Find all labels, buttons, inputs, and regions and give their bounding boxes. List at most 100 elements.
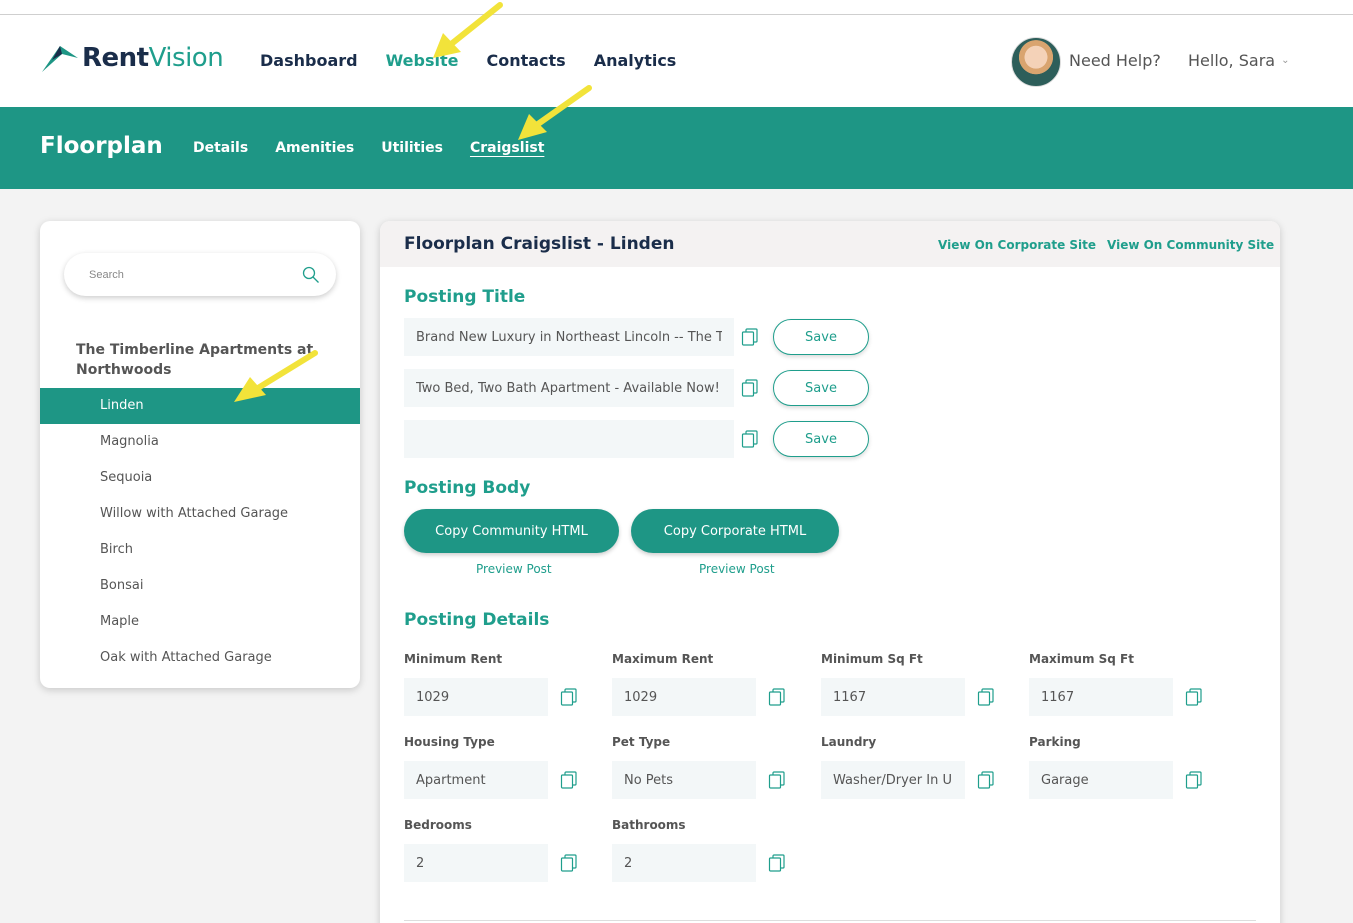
nav-analytics[interactable]: Analytics [594, 51, 677, 70]
posting-title-input-3[interactable] [404, 420, 734, 458]
copy-icon[interactable] [741, 379, 759, 397]
search-input[interactable] [89, 268, 302, 281]
tab-amenities[interactable]: Amenities [275, 140, 354, 156]
property-name: The Timberline Apartments at Northwoods [76, 342, 314, 378]
user-avatar[interactable] [1011, 37, 1061, 87]
field-label: Maximum Rent [612, 652, 714, 666]
logo-text: RentVision [82, 43, 224, 73]
maximum-sqft-input[interactable] [1029, 678, 1173, 716]
field-label: Laundry [821, 735, 877, 749]
posting-title-input-1[interactable] [404, 318, 734, 356]
laundry-input[interactable] [821, 761, 965, 799]
preview-corporate-post-link[interactable]: Preview Post [699, 562, 775, 576]
main-nav: Dashboard Website Contacts Analytics [260, 51, 676, 70]
minimum-rent-input[interactable] [404, 678, 548, 716]
pet-type-input[interactable] [612, 761, 756, 799]
list-item-magnolia[interactable]: Magnolia [40, 424, 360, 460]
craigslist-panel: Floorplan Craigslist - Linden View On Co… [380, 221, 1280, 923]
field-bedrooms: Bedrooms [404, 818, 594, 882]
divider [404, 920, 1256, 921]
save-button-1[interactable]: Save [773, 319, 869, 355]
maximum-rent-input[interactable] [612, 678, 756, 716]
field-laundry: Laundry [821, 735, 1011, 799]
posting-title-input-2[interactable] [404, 369, 734, 407]
view-corporate-link[interactable]: View On Corporate Site [938, 238, 1096, 252]
nav-contacts[interactable]: Contacts [486, 51, 565, 70]
need-help-link[interactable]: Need Help? [1069, 51, 1161, 70]
list-item-willow[interactable]: Willow with Attached Garage [40, 496, 360, 532]
field-pet-type: Pet Type [612, 735, 802, 799]
field-bathrooms: Bathrooms [612, 818, 802, 882]
posting-details-heading: Posting Details [404, 610, 550, 630]
bathrooms-input[interactable] [612, 844, 756, 882]
posting-body-heading: Posting Body [404, 478, 531, 498]
user-greeting: Hello, Sara [1188, 51, 1276, 70]
top-navigation: RentVision Dashboard Website Contacts An… [0, 14, 1353, 107]
list-item-oak[interactable]: Oak with Attached Garage [40, 640, 360, 676]
list-item-bonsai[interactable]: Bonsai [40, 568, 360, 604]
housing-type-input[interactable] [404, 761, 548, 799]
list-item-linden[interactable]: Linden [40, 388, 360, 424]
floorplan-tabs: Details Amenities Utilities Craigslist [193, 140, 544, 156]
copy-icon[interactable] [741, 430, 759, 448]
list-item-maple[interactable]: Maple [40, 604, 360, 640]
copy-icon[interactable] [768, 688, 786, 706]
field-maximum-rent: Maximum Rent [612, 652, 802, 716]
posting-title-row-2: Save [404, 369, 869, 407]
floorplan-list: Linden Magnolia Sequoia Willow with Atta… [40, 388, 360, 676]
copy-icon[interactable] [977, 688, 995, 706]
field-housing-type: Housing Type [404, 735, 594, 799]
copy-corporate-html-button[interactable]: Copy Corporate HTML [631, 509, 839, 553]
field-parking: Parking [1029, 735, 1219, 799]
user-menu[interactable]: Hello, Sara ⌄ [1188, 51, 1289, 70]
page-title: Floorplan [40, 133, 163, 159]
copy-icon[interactable] [560, 854, 578, 872]
copy-icon[interactable] [1185, 771, 1203, 789]
floorplan-subheader: Floorplan Details Amenities Utilities Cr… [0, 107, 1353, 189]
save-button-3[interactable]: Save [773, 421, 869, 457]
field-maximum-sqft: Maximum Sq Ft [1029, 652, 1219, 716]
copy-icon[interactable] [741, 328, 759, 346]
list-item-sequoia[interactable]: Sequoia [40, 460, 360, 496]
list-item-birch[interactable]: Birch [40, 532, 360, 568]
preview-community-post-link[interactable]: Preview Post [476, 562, 552, 576]
nav-website[interactable]: Website [386, 51, 459, 70]
bedrooms-input[interactable] [404, 844, 548, 882]
tab-craigslist[interactable]: Craigslist [470, 140, 544, 156]
rentvision-logo[interactable]: RentVision [42, 43, 224, 73]
minimum-sqft-input[interactable] [821, 678, 965, 716]
copy-icon[interactable] [1185, 688, 1203, 706]
copy-community-html-button[interactable]: Copy Community HTML [404, 509, 619, 553]
tab-details[interactable]: Details [193, 140, 248, 156]
floorplan-sidebar: The Timberline Apartments at Northwoods … [40, 221, 360, 688]
copy-icon[interactable] [768, 771, 786, 789]
copy-icon[interactable] [768, 854, 786, 872]
tab-utilities[interactable]: Utilities [381, 140, 443, 156]
copy-icon[interactable] [977, 771, 995, 789]
field-label: Maximum Sq Ft [1029, 652, 1134, 666]
panel-title: Floorplan Craigslist - Linden [404, 234, 675, 254]
view-community-link[interactable]: View On Community Site [1107, 238, 1274, 252]
field-label: Minimum Sq Ft [821, 652, 923, 666]
field-label: Minimum Rent [404, 652, 503, 666]
posting-title-row-1: Save [404, 318, 869, 356]
top-strip [0, 0, 1353, 14]
field-label: Housing Type [404, 735, 495, 749]
field-minimum-sqft: Minimum Sq Ft [821, 652, 1011, 716]
posting-title-heading: Posting Title [404, 287, 526, 307]
search-icon[interactable] [302, 266, 320, 284]
field-label: Parking [1029, 735, 1081, 749]
panel-header: Floorplan Craigslist - Linden View On Co… [380, 221, 1280, 267]
field-label: Pet Type [612, 735, 671, 749]
field-minimum-rent: Minimum Rent [404, 652, 594, 716]
parking-input[interactable] [1029, 761, 1173, 799]
posting-title-row-3: Save [404, 420, 869, 458]
copy-icon[interactable] [560, 688, 578, 706]
nav-dashboard[interactable]: Dashboard [260, 51, 358, 70]
field-label: Bedrooms [404, 818, 472, 832]
logo-mark-icon [42, 46, 78, 72]
save-button-2[interactable]: Save [773, 370, 869, 406]
chevron-down-icon: ⌄ [1281, 55, 1290, 66]
search-box [64, 253, 336, 296]
copy-icon[interactable] [560, 771, 578, 789]
